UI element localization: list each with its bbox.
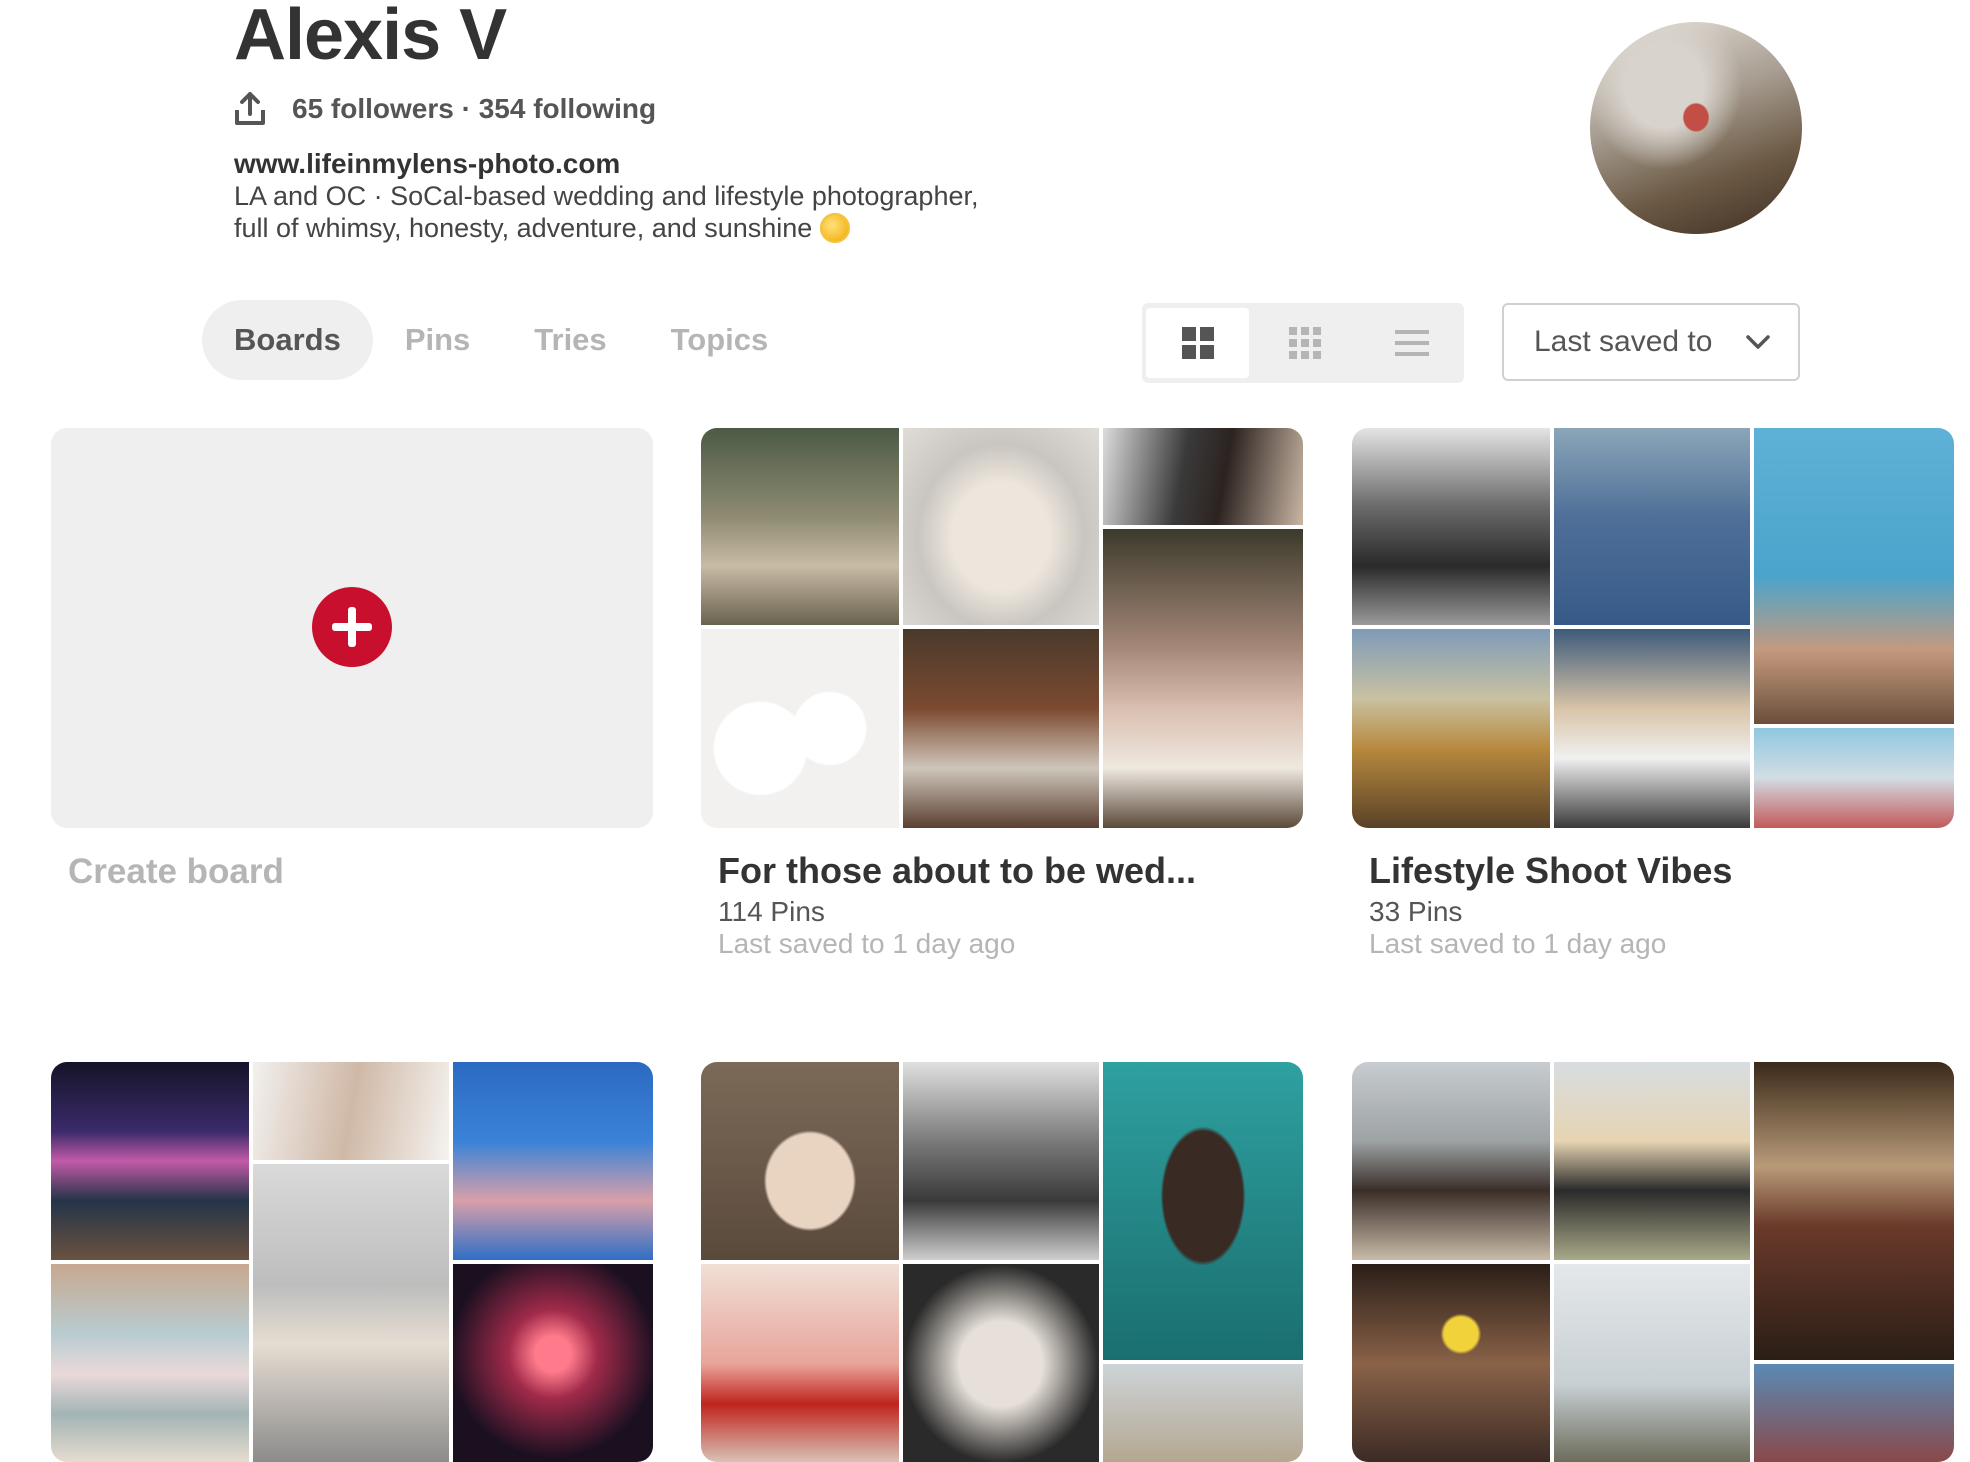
board-cover[interactable] [701,1062,1303,1462]
pin-thumbnail [51,1062,249,1260]
pin-thumbnail [701,1264,899,1462]
pin-thumbnail [51,1264,249,1462]
pin-thumbnail [1554,1062,1750,1260]
pin-thumbnail [1352,1264,1550,1462]
avatar[interactable] [1590,22,1802,234]
website-link[interactable]: www.lifeinmylens-photo.com [234,148,620,180]
view-mode-toggle [1142,303,1464,383]
pin-thumbnail [1352,1062,1550,1260]
list-button[interactable] [1361,308,1464,378]
board-cover[interactable] [1352,1062,1954,1462]
pin-thumbnail [1554,1264,1750,1462]
pin-thumbnail [253,1062,449,1160]
plus-icon [332,607,372,647]
pin-thumbnail [1352,428,1550,625]
board-title[interactable]: For those about to be wed... [718,850,1196,892]
tab-topics[interactable]: Topics [639,300,801,380]
pin-thumbnail [1103,529,1303,828]
pin-thumbnail [903,1264,1099,1462]
sun-emoji-icon [819,213,850,243]
sort-label: Last saved to [1534,325,1713,358]
list-icon [1395,330,1430,356]
pin-thumbnail [1554,629,1750,828]
create-board-label: Create board [68,852,284,891]
pin-thumbnail [1103,1364,1303,1462]
pin-thumbnail [253,1164,449,1462]
pin-thumbnail [1352,629,1550,828]
pin-thumbnail [453,1062,653,1260]
pin-thumbnail [701,428,899,625]
grid-large-icon [1181,327,1214,359]
grid-large-button[interactable] [1146,308,1250,378]
pin-thumbnail [701,1062,899,1260]
pin-thumbnail [903,428,1099,625]
grid-small-button[interactable] [1253,308,1356,378]
profile-bio: LA and OC · SoCal-based wedding and life… [234,180,1054,244]
sort-dropdown[interactable]: Last saved to [1502,303,1800,381]
tab-tries[interactable]: Tries [502,300,638,380]
followers-following[interactable]: 65 followers · 354 following [292,93,656,125]
share-icon[interactable] [234,92,266,126]
create-board-button[interactable] [312,587,392,667]
follow-stats: 65 followers · 354 following [234,92,656,126]
profile-name: Alexis V [234,0,507,75]
grid-small-icon [1288,327,1321,359]
board-last-saved: Last saved to 1 day ago [1369,928,1667,959]
pin-thumbnail [1754,1062,1954,1360]
pin-thumbnail [1754,1364,1954,1462]
tab-boards[interactable]: Boards [202,300,373,380]
pin-thumbnail [701,629,899,828]
board-pin-count: 114 Pins [718,896,825,927]
board-pin-count: 33 Pins [1369,896,1463,927]
bio-line-1: LA and OC · SoCal-based wedding and life… [234,181,979,211]
board-cover[interactable] [51,1062,653,1462]
pin-thumbnail [1554,428,1750,625]
board-cover-wedding[interactable] [701,428,1303,828]
pin-thumbnail [1754,428,1954,724]
profile-tabs: Boards Pins Tries Topics [202,300,800,380]
board-last-saved: Last saved to 1 day ago [718,928,1016,959]
pin-thumbnail [1103,1062,1303,1360]
board-title[interactable]: Lifestyle Shoot Vibes [1369,850,1732,892]
pin-thumbnail [1754,728,1954,828]
chevron-down-icon [1746,335,1770,349]
pin-thumbnail [1103,428,1303,525]
bio-line-2: full of whimsy, honesty, adventure, and … [234,213,813,243]
tab-pins[interactable]: Pins [373,300,502,380]
pin-thumbnail [453,1264,653,1462]
pin-thumbnail [903,629,1099,828]
pin-thumbnail [903,1062,1099,1260]
board-cover-lifestyle[interactable] [1352,428,1954,828]
